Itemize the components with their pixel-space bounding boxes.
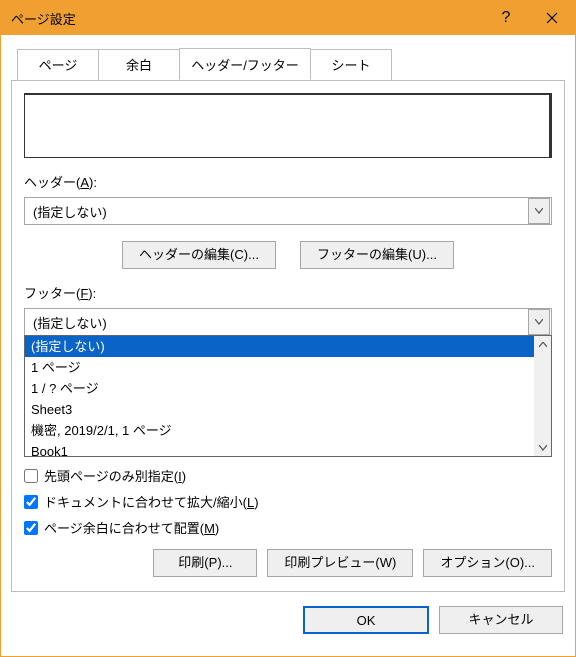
footer-option[interactable]: Book1	[25, 441, 534, 456]
tab-margins[interactable]: 余白	[98, 49, 180, 81]
cancel-button[interactable]: キャンセル	[439, 606, 563, 634]
footer-option[interactable]: Sheet3	[25, 399, 534, 420]
check-scale-input[interactable]	[24, 495, 38, 509]
help-icon: ?	[502, 9, 511, 27]
close-icon	[546, 12, 558, 24]
tab-strip: ページ 余白 ヘッダー/フッター シート	[17, 48, 575, 80]
footer-combo-container: (指定しない) (指定しない)1 ページ1 / ? ページSheet3 機密, …	[24, 308, 552, 336]
print-preview-button[interactable]: 印刷プレビュー(W)	[267, 549, 413, 577]
check-align[interactable]: ページ余白に合わせて配置(M)	[24, 518, 552, 537]
ok-button[interactable]: OK	[303, 606, 429, 634]
chevron-down-icon	[535, 208, 543, 214]
chevron-down-icon	[535, 319, 543, 325]
check-diff-first[interactable]: 先頭ページのみ別指定(I)	[24, 466, 552, 485]
footer-combo[interactable]: (指定しない)	[24, 308, 552, 336]
header-preview	[24, 93, 552, 158]
tab-page[interactable]: ページ	[17, 49, 99, 81]
footer-options: (指定しない)1 ページ1 / ? ページSheet3 機密, 2019/2/1…	[25, 336, 534, 456]
tab-header-footer[interactable]: ヘッダー/フッター	[179, 48, 311, 80]
window-title: ページ設定	[11, 9, 483, 28]
footer-combo-value: (指定しない)	[25, 313, 527, 332]
header-combo-value: (指定しない)	[25, 202, 527, 221]
edit-header-button[interactable]: ヘッダーの編集(C)...	[122, 241, 276, 269]
help-button[interactable]: ?	[483, 1, 529, 35]
dialog-button-bar: OK キャンセル	[1, 592, 575, 648]
edit-footer-button[interactable]: フッターの編集(U)...	[300, 241, 454, 269]
checkbox-group: 先頭ページのみ別指定(I) ドキュメントに合わせて拡大/縮小(L) ページ余白に…	[24, 466, 552, 537]
page-setup-dialog: ページ設定 ? ページ 余白 ヘッダー/フッター シート ヘッダー(A): (指…	[0, 0, 576, 657]
tab-panel: ヘッダー(A): (指定しない) ヘッダーの編集(C)... フッターの編集(U…	[11, 80, 565, 592]
dropdown-scrollbar[interactable]	[534, 336, 551, 456]
footer-option[interactable]: 1 ページ	[25, 357, 534, 378]
header-combo[interactable]: (指定しない)	[24, 197, 552, 225]
close-button[interactable]	[529, 1, 575, 35]
edit-button-row: ヘッダーの編集(C)... フッターの編集(U)...	[24, 241, 552, 269]
check-scale[interactable]: ドキュメントに合わせて拡大/縮小(L)	[24, 492, 552, 511]
options-button[interactable]: オプション(O)...	[423, 549, 552, 577]
footer-option[interactable]: 1 / ? ページ	[25, 378, 534, 399]
footer-dropdown-list[interactable]: (指定しない)1 ページ1 / ? ページSheet3 機密, 2019/2/1…	[24, 335, 552, 457]
client-area: ページ 余白 ヘッダー/フッター シート ヘッダー(A): (指定しない) ヘッ…	[1, 35, 575, 656]
footer-combo-button[interactable]	[528, 309, 550, 335]
footer-option[interactable]: (指定しない)	[25, 336, 534, 357]
footer-option[interactable]: 機密, 2019/2/1, 1 ページ	[25, 420, 534, 441]
titlebar: ページ設定 ?	[1, 1, 575, 35]
action-button-row: 印刷(P)... 印刷プレビュー(W) オプション(O)...	[24, 549, 552, 577]
tab-sheet[interactable]: シート	[310, 49, 392, 81]
scroll-down-icon[interactable]	[534, 439, 551, 456]
header-label: ヘッダー(A):	[24, 172, 552, 191]
check-align-input[interactable]	[24, 521, 38, 535]
scroll-up-icon[interactable]	[534, 336, 551, 353]
footer-label: フッター(F):	[24, 283, 552, 302]
print-button[interactable]: 印刷(P)...	[153, 549, 257, 577]
header-combo-button[interactable]	[528, 198, 550, 224]
check-diff-first-input[interactable]	[24, 469, 38, 483]
